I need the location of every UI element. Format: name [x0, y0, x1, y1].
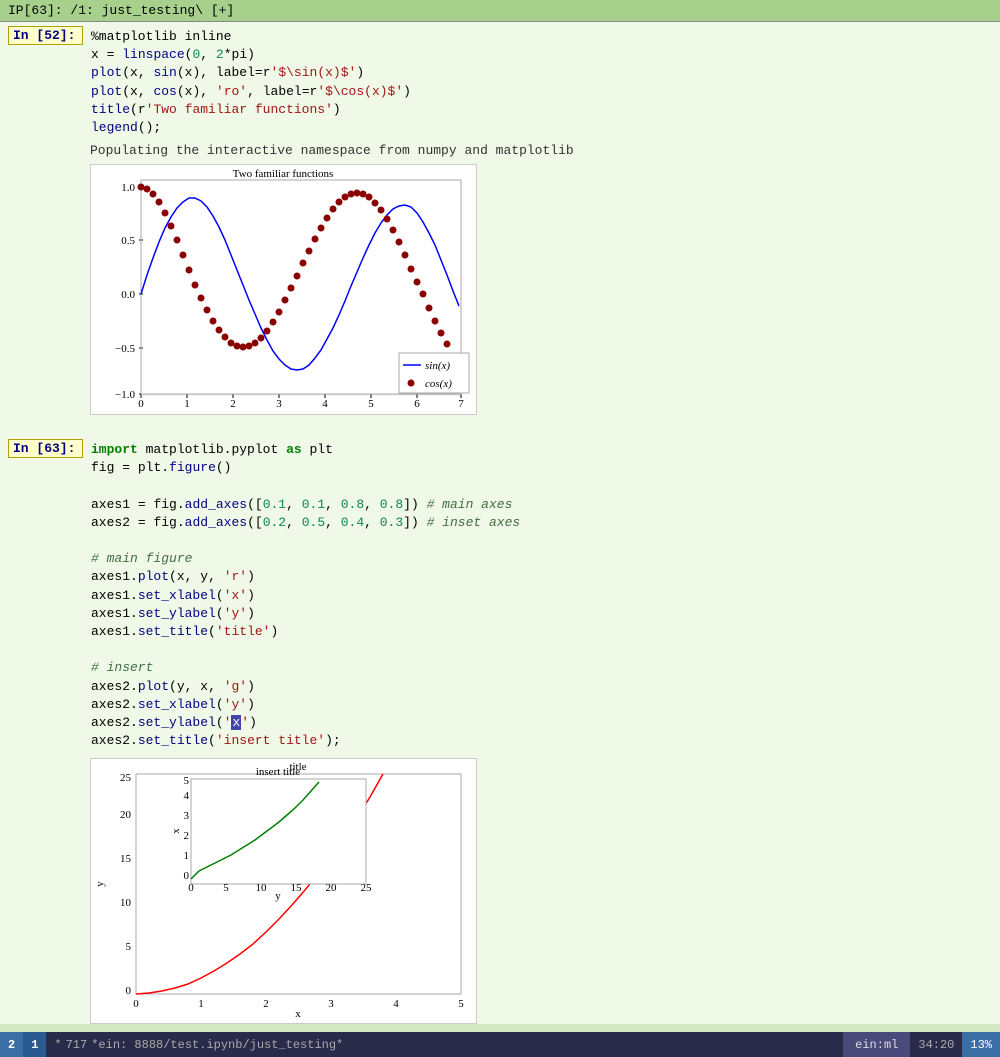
svg-text:0.0: 0.0 [121, 289, 135, 301]
svg-text:x: x [170, 828, 182, 834]
title-text: IP[63]: /1: just_testing\ [+] [8, 3, 234, 18]
plot2-container: title y x 0 5 10 15 20 25 0 1 2 [90, 758, 477, 1024]
svg-text:25: 25 [120, 772, 132, 784]
svg-text:sin(x): sin(x) [425, 360, 450, 372]
svg-text:3: 3 [276, 398, 282, 410]
svg-text:y: y [275, 890, 281, 902]
cell-52-code[interactable]: %matplotlib inline x = linspace(0, 2*pi)… [87, 26, 415, 139]
cell-52-label[interactable]: In [52]: [8, 26, 83, 45]
svg-text:0: 0 [184, 870, 190, 882]
svg-text:0: 0 [133, 998, 139, 1010]
plot1-container: Two familiar functions 1.0 0.5 0.0 −0.5 [90, 164, 477, 415]
svg-text:4: 4 [393, 998, 399, 1010]
notebook[interactable]: In [52]: %matplotlib inline x = linspace… [0, 22, 1000, 1024]
svg-text:4: 4 [184, 790, 190, 802]
status-mode: ein:ml [843, 1032, 910, 1057]
svg-text:1: 1 [184, 850, 190, 862]
svg-text:−0.5: −0.5 [115, 343, 135, 355]
cell-52: In [52]: %matplotlib inline x = linspace… [0, 22, 1000, 427]
svg-text:5: 5 [126, 941, 132, 953]
status-num1[interactable]: 2 [0, 1032, 23, 1057]
cell-63-output: title y x 0 5 10 15 20 25 0 1 2 [0, 752, 1000, 1024]
svg-text:6: 6 [414, 398, 420, 410]
svg-text:10: 10 [120, 897, 132, 909]
svg-text:20: 20 [120, 809, 132, 821]
svg-text:cos(x): cos(x) [425, 378, 452, 390]
svg-text:0.5: 0.5 [121, 235, 135, 247]
svg-text:7: 7 [458, 398, 464, 410]
cell-63-input: In [63]: import matplotlib.pyplot as plt… [0, 439, 1000, 752]
cell-63-code[interactable]: import matplotlib.pyplot as plt fig = pl… [87, 439, 524, 752]
svg-text:2: 2 [263, 998, 269, 1010]
status-notebook-name: *ein: 8888/test.ipynb/just_testing* [91, 1038, 343, 1052]
svg-text:y: y [94, 881, 106, 887]
svg-text:2: 2 [184, 830, 190, 842]
svg-text:15: 15 [120, 853, 132, 865]
svg-text:4: 4 [322, 398, 328, 410]
svg-text:0: 0 [188, 882, 194, 894]
svg-text:insert title: insert title [256, 766, 300, 778]
svg-text:5: 5 [458, 998, 464, 1010]
cell-63: In [63]: import matplotlib.pyplot as plt… [0, 435, 1000, 1024]
status-position: 34:20 [910, 1032, 962, 1057]
status-bar: 2 1 * 717 *ein: 8888/test.ipynb/just_tes… [0, 1032, 1000, 1057]
svg-text:1: 1 [198, 998, 204, 1010]
svg-text:3: 3 [184, 810, 190, 822]
svg-text:5: 5 [184, 775, 190, 787]
status-notebook-info: * 717 *ein: 8888/test.ipynb/just_testing… [46, 1032, 843, 1057]
svg-text:x: x [295, 1008, 301, 1019]
svg-text:25: 25 [361, 882, 373, 894]
status-linecount: 717 [66, 1038, 88, 1052]
svg-text:2: 2 [230, 398, 236, 410]
cell-52-input: In [52]: %matplotlib inline x = linspace… [0, 26, 1000, 139]
status-percent: 13% [962, 1032, 1000, 1057]
plot1-svg: Two familiar functions 1.0 0.5 0.0 −0.5 [91, 165, 476, 410]
svg-text:3: 3 [328, 998, 334, 1010]
svg-text:Two familiar functions: Two familiar functions [233, 168, 334, 180]
svg-text:0: 0 [126, 985, 132, 997]
plot2-svg: title y x 0 5 10 15 20 25 0 1 2 [91, 759, 476, 1019]
status-num2[interactable]: 1 [23, 1032, 46, 1057]
svg-text:1: 1 [184, 398, 190, 410]
title-bar: IP[63]: /1: just_testing\ [+] [0, 0, 1000, 22]
svg-text:1.0: 1.0 [121, 182, 135, 194]
cell-52-output: Populating the interactive namespace fro… [0, 139, 1000, 423]
cell-63-label[interactable]: In [63]: [8, 439, 83, 458]
svg-text:15: 15 [291, 882, 303, 894]
svg-text:0: 0 [138, 398, 144, 410]
svg-text:10: 10 [256, 882, 268, 894]
svg-text:20: 20 [326, 882, 338, 894]
svg-text:5: 5 [368, 398, 374, 410]
svg-text:5: 5 [223, 882, 229, 894]
status-indicator: * [54, 1038, 61, 1052]
svg-text:−1.0: −1.0 [115, 389, 135, 401]
output-namespace-text: Populating the interactive namespace fro… [90, 141, 992, 160]
